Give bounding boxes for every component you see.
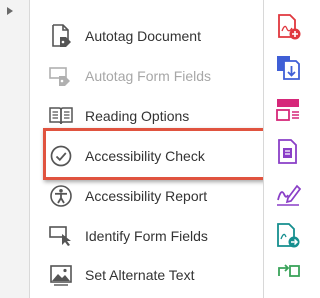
- tool-identify-form-fields[interactable]: Identify Form Fields: [48, 216, 258, 256]
- tool-label: Accessibility Report: [85, 188, 208, 204]
- set-alternate-text-icon: [48, 262, 74, 288]
- tool-label: Set Alternate Text: [85, 267, 195, 283]
- fill-sign-icon[interactable]: [275, 180, 301, 208]
- edit-pdf-icon[interactable]: [275, 138, 301, 166]
- tool-accessibility-report[interactable]: Accessibility Report: [48, 176, 258, 216]
- identify-form-fields-icon: [48, 223, 74, 249]
- tool-label: Autotag Document: [85, 28, 201, 44]
- left-pane-edge: [0, 0, 30, 298]
- create-pdf-icon[interactable]: [275, 13, 301, 41]
- autotag-document-icon: [48, 23, 74, 49]
- highlight-callout: [43, 128, 270, 180]
- tool-set-alternate-text[interactable]: Set Alternate Text: [48, 255, 258, 295]
- collapse-arrow-icon[interactable]: [6, 6, 16, 16]
- tool-label: Autotag Form Fields: [85, 68, 212, 84]
- tool-autotag-document[interactable]: Autotag Document: [48, 16, 258, 56]
- tool-autotag-form-fields: Autotag Form Fields: [48, 56, 258, 96]
- tools-panel: Autotag Document Autotag Form Fields Rea…: [30, 0, 270, 298]
- compare-files-icon[interactable]: [275, 262, 301, 290]
- organize-pages-icon[interactable]: [275, 96, 301, 124]
- export-pdf-icon[interactable]: [275, 54, 301, 82]
- tool-label: Identify Form Fields: [85, 228, 208, 244]
- tools-right-rail: [264, 0, 311, 298]
- tool-label: Reading Options: [85, 108, 190, 124]
- reading-options-icon: [48, 103, 74, 129]
- send-for-review-icon[interactable]: [275, 222, 301, 250]
- accessibility-report-icon: [48, 183, 74, 209]
- autotag-form-fields-icon: [48, 63, 74, 89]
